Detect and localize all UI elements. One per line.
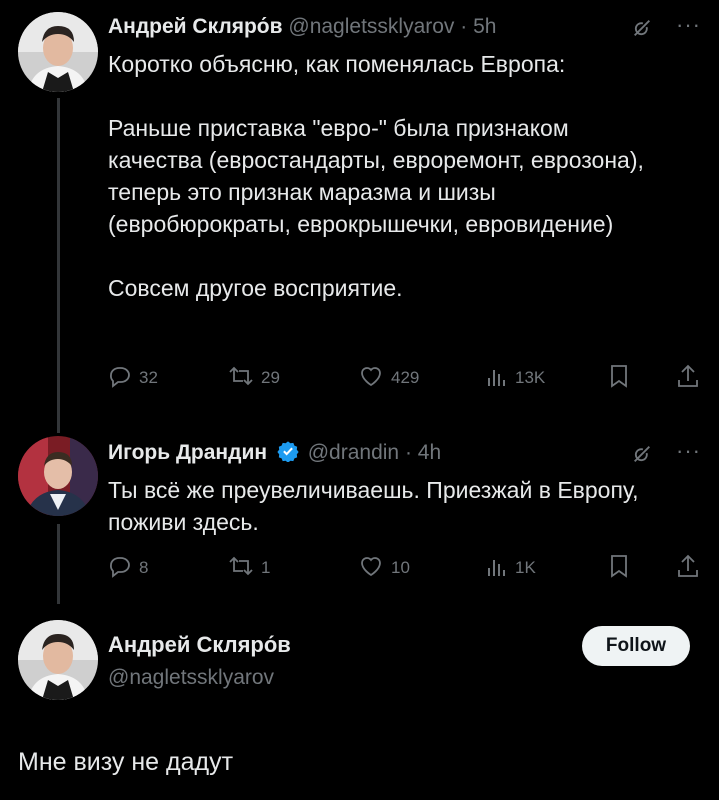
heart-icon — [358, 364, 391, 393]
reply-icon — [108, 364, 139, 393]
more-icon[interactable]: ··· — [676, 434, 701, 468]
views-icon — [486, 554, 515, 583]
like-button[interactable]: 10 — [358, 554, 410, 583]
timestamp[interactable]: 4h — [418, 441, 441, 464]
tweet-text: Мне визу не дадут — [18, 748, 234, 776]
follow-button[interactable]: Follow — [582, 626, 690, 666]
separator: · — [460, 15, 468, 38]
repost-icon — [228, 364, 261, 393]
like-button[interactable]: 429 — [358, 364, 419, 393]
bookmark-button[interactable] — [608, 553, 637, 584]
bookmark-icon — [608, 553, 637, 584]
reply-count: 8 — [139, 558, 149, 577]
author-name[interactable]: Игорь Драндин — [108, 441, 267, 464]
author-name[interactable]: Андрей Скляро́в — [108, 632, 291, 658]
avatar[interactable] — [18, 620, 98, 700]
like-count: 429 — [391, 368, 420, 387]
tweet-header: Андрей Скляро́в @nagletssklyarov · 5h ··… — [108, 10, 701, 44]
share-button[interactable] — [676, 553, 707, 584]
tweet-text: Коротко объясню, как поменялась Европа: … — [108, 51, 644, 301]
repost-count: 29 — [261, 368, 280, 387]
avatar[interactable] — [18, 12, 98, 92]
reply-count: 32 — [139, 368, 158, 387]
tweet-2[interactable]: Игорь Драндин @drandin · 4h ··· Ты всё ж… — [108, 436, 701, 538]
author-handle[interactable]: @drandin — [308, 441, 399, 464]
reply-button[interactable]: 8 — [108, 554, 148, 583]
tweet-1[interactable]: Андрей Скляро́в @nagletssklyarov · 5h ··… — [108, 10, 701, 304]
timestamp[interactable]: 5h — [473, 15, 496, 38]
author-name[interactable]: Андрей Скляро́в — [108, 15, 283, 38]
share-button[interactable] — [676, 363, 707, 394]
separator: · — [404, 441, 412, 464]
bookmark-button[interactable] — [608, 363, 637, 394]
author-handle[interactable]: @nagletssklyarov — [108, 666, 274, 690]
tweet-text: Ты всё же преувеличиваешь. Приезжай в Ев… — [108, 477, 645, 535]
share-icon — [676, 553, 707, 584]
grok-icon[interactable] — [631, 442, 653, 476]
repost-count: 1 — [261, 558, 271, 577]
heart-icon — [358, 554, 391, 583]
reply-button[interactable]: 32 — [108, 364, 158, 393]
repost-button[interactable]: 1 — [228, 554, 270, 583]
views-button[interactable]: 13K — [486, 364, 545, 393]
grok-icon[interactable] — [631, 16, 653, 50]
more-icon[interactable]: ··· — [676, 8, 701, 42]
views-button[interactable]: 1K — [486, 554, 536, 583]
avatar[interactable] — [18, 436, 98, 516]
verified-badge-icon — [277, 439, 299, 473]
tweet-actions: 8 1 10 1K — [108, 553, 701, 583]
tweet-header: Игорь Драндин @drandin · 4h ··· — [108, 436, 701, 470]
views-count: 13K — [515, 368, 546, 387]
repost-icon — [228, 554, 261, 583]
share-icon — [676, 363, 707, 394]
reply-icon — [108, 554, 139, 583]
tweet-actions: 32 29 429 13K — [108, 363, 701, 393]
bookmark-icon — [608, 363, 637, 394]
author-handle[interactable]: @nagletssklyarov — [288, 15, 454, 38]
like-count: 10 — [391, 558, 410, 577]
views-icon — [486, 364, 515, 393]
views-count: 1K — [515, 558, 536, 577]
thread-line-2 — [57, 524, 60, 604]
thread-line-1 — [57, 98, 60, 433]
repost-button[interactable]: 29 — [228, 364, 280, 393]
